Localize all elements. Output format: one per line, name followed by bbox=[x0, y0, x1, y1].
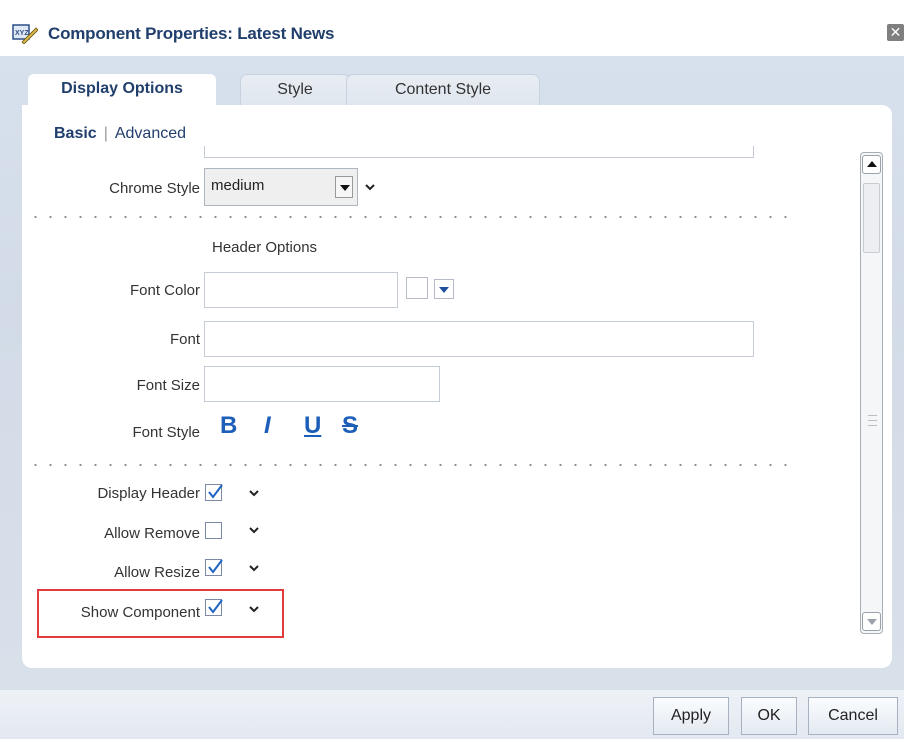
checkmark-icon bbox=[208, 599, 223, 614]
subtab-basic[interactable]: Basic bbox=[54, 125, 97, 142]
font-color-input[interactable] bbox=[204, 272, 398, 308]
tab-content-style[interactable]: Content Style bbox=[346, 74, 540, 107]
cancel-button[interactable]: Cancel bbox=[808, 697, 898, 735]
italic-button[interactable]: I bbox=[264, 412, 271, 440]
strikethrough-button[interactable]: S bbox=[342, 412, 358, 440]
chevron-down-icon[interactable] bbox=[248, 525, 260, 535]
tab-style[interactable]: Style bbox=[240, 74, 350, 107]
scroll-grip-icon bbox=[868, 415, 877, 426]
scroll-thumb[interactable] bbox=[863, 183, 880, 253]
chevron-down-icon[interactable] bbox=[248, 488, 260, 498]
show-component-checkbox[interactable] bbox=[205, 599, 223, 616]
apply-button[interactable]: Apply bbox=[653, 697, 729, 735]
underline-button[interactable]: U bbox=[304, 412, 321, 440]
color-picker-dropdown-icon[interactable] bbox=[434, 279, 454, 299]
checkmark-icon bbox=[208, 484, 223, 499]
font-size-input[interactable] bbox=[204, 366, 440, 402]
scroll-up-icon[interactable] bbox=[862, 155, 881, 174]
chrome-style-select[interactable]: medium bbox=[204, 168, 358, 206]
dropdown-arrow-icon[interactable] bbox=[335, 176, 353, 198]
font-label: Font bbox=[169, 331, 200, 348]
scroll-down-icon[interactable] bbox=[862, 612, 881, 631]
chevron-down-icon[interactable] bbox=[248, 563, 260, 573]
close-icon[interactable]: ✕ bbox=[887, 24, 904, 41]
checkmark-icon bbox=[208, 559, 223, 574]
chrome-style-value: medium bbox=[211, 177, 265, 194]
xyz-icon: XYZ bbox=[12, 24, 38, 44]
vertical-scrollbar[interactable] bbox=[860, 152, 883, 634]
display-header-checkbox[interactable] bbox=[205, 484, 223, 501]
chrome-style-label: Chrome Style bbox=[109, 180, 200, 197]
font-input[interactable] bbox=[204, 321, 754, 357]
tab-strip: Display Options Style Content Style bbox=[28, 74, 628, 107]
header-options-heading: Header Options bbox=[212, 239, 318, 256]
allow-remove-label: Allow Remove bbox=[104, 525, 200, 542]
title-bar: XYZ Component Properties: Latest News ✕ bbox=[0, 0, 904, 56]
divider bbox=[28, 216, 798, 218]
bold-button[interactable]: B bbox=[220, 412, 237, 440]
cut-off-field bbox=[204, 146, 754, 158]
chevron-down-icon[interactable] bbox=[248, 604, 260, 614]
allow-remove-checkbox[interactable] bbox=[205, 522, 222, 539]
allow-resize-label: Allow Resize bbox=[114, 564, 200, 581]
display-header-label: Display Header bbox=[97, 485, 200, 502]
subtab-advanced[interactable]: Advanced bbox=[115, 125, 186, 142]
subtab-separator: | bbox=[103, 125, 108, 142]
tab-label: Display Options bbox=[61, 80, 183, 97]
tab-label: Style bbox=[277, 81, 313, 98]
svg-text:XYZ: XYZ bbox=[15, 30, 29, 37]
font-size-label: Font Size bbox=[136, 377, 200, 394]
tab-label: Content Style bbox=[394, 81, 492, 98]
dialog-title: Component Properties: Latest News bbox=[48, 24, 335, 43]
subtab-bar: Basic | Advanced bbox=[54, 125, 186, 143]
color-swatch[interactable] bbox=[406, 277, 428, 299]
show-component-label: Show Component bbox=[80, 604, 200, 621]
divider bbox=[28, 464, 798, 466]
font-style-label: Font Style bbox=[132, 424, 200, 441]
font-color-label: Font Color bbox=[129, 282, 200, 299]
tab-display-options[interactable]: Display Options bbox=[28, 74, 216, 106]
component-properties-dialog: XYZ Component Properties: Latest News ✕ … bbox=[0, 0, 904, 739]
allow-resize-checkbox[interactable] bbox=[205, 559, 223, 576]
ok-button[interactable]: OK bbox=[741, 697, 797, 735]
chevron-down-icon[interactable] bbox=[364, 182, 376, 192]
